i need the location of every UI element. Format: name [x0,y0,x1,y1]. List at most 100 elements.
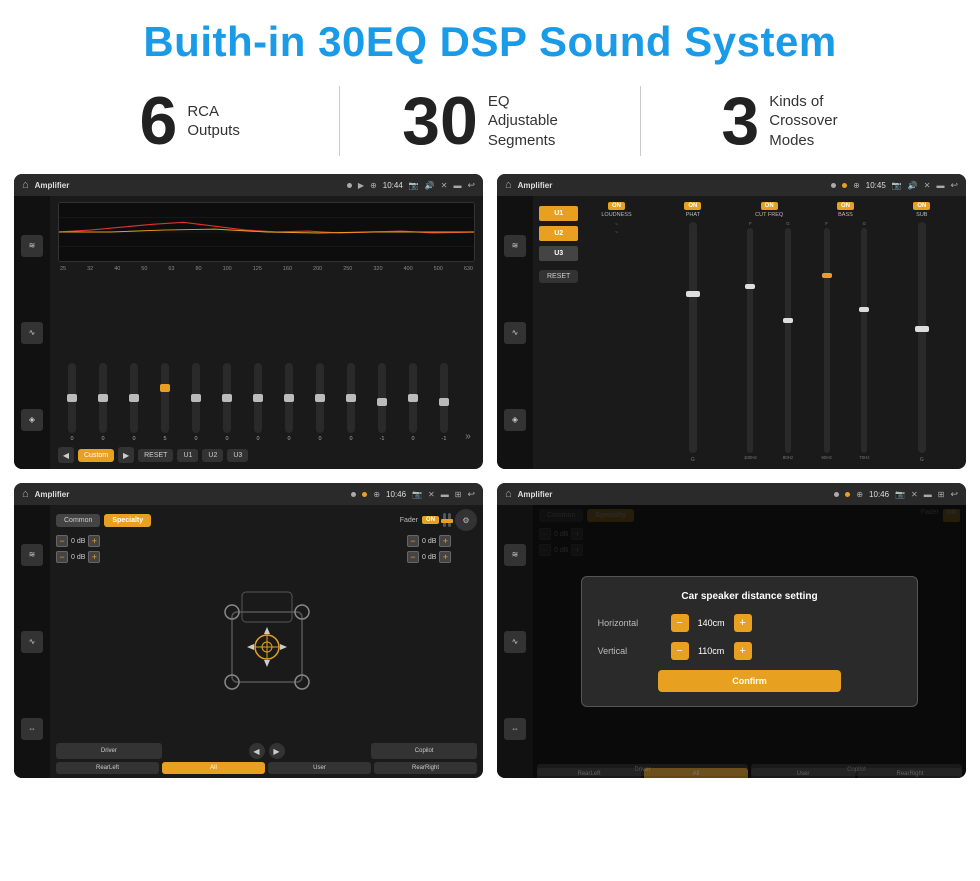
window-icon-2[interactable]: ▬ [936,181,944,190]
eq-thumb-4[interactable] [160,384,170,392]
back-icon-1[interactable]: ↩ [467,180,475,191]
eq-thumb-1[interactable] [67,394,77,402]
eq-thumb-9[interactable] [315,394,325,402]
eq-track-11[interactable] [378,363,386,433]
bass-g-thumb[interactable] [859,307,869,312]
eq-thumb-11[interactable] [377,398,387,406]
home-icon-3[interactable]: ⌂ [22,488,29,500]
dsp-vol-icon[interactable]: ◈ [504,409,526,431]
close-icon-3[interactable]: ▬ [441,490,449,499]
eq-u2-btn[interactable]: U2 [202,449,223,462]
eq-thumb-5[interactable] [191,394,201,402]
eq-sliders-icon[interactable]: ≋ [21,235,43,257]
eq-thumb-12[interactable] [408,394,418,402]
eq-thumb-7[interactable] [253,394,263,402]
confirm-button[interactable]: Confirm [658,670,840,692]
spk-arrows-icon[interactable]: ⇔ [21,718,43,740]
dsp-u1-tab[interactable]: U1 [539,206,578,221]
cutfreq-g-thumb[interactable] [783,318,793,323]
right-arrow-btn[interactable]: ▶ [269,743,285,759]
eq-thumb-2[interactable] [98,394,108,402]
eq-track-10[interactable] [347,363,355,433]
dsp-cutfreq-on[interactable]: ON [761,202,778,210]
eq-thumb-6[interactable] [222,394,232,402]
eq-thumb-8[interactable] [284,394,294,402]
dsp-reset-btn[interactable]: RESET [539,270,578,283]
window-icon-1[interactable]: ▬ [453,181,461,190]
speaker-tab-specialty[interactable]: Specialty [104,514,151,527]
spk-wave-icon[interactable]: ∿ [21,631,43,653]
level-plus-1[interactable]: + [88,535,100,547]
dsp-wave-icon[interactable]: ∿ [504,322,526,344]
eq-wave-icon[interactable]: ∿ [21,322,43,344]
eq-vol-icon[interactable]: ◈ [21,409,43,431]
horizontal-minus-btn[interactable]: − [671,614,689,632]
level-minus-3[interactable]: − [407,535,419,547]
dsp-phat-on[interactable]: ON [684,202,701,210]
eq-track-5[interactable] [192,363,200,433]
left-arrow-btn[interactable]: ◀ [249,743,265,759]
level-minus-2[interactable]: − [56,551,68,563]
eq-expand-btn[interactable]: » [461,431,475,442]
phat-slider-thumb[interactable] [686,291,700,297]
eq-u1-btn[interactable]: U1 [177,449,198,462]
cutfreq-f-thumb[interactable] [745,284,755,289]
sub-thumb[interactable] [915,326,929,332]
eq-track-2[interactable] [99,363,107,433]
dist-wave-icon[interactable]: ∿ [504,631,526,653]
spk-eq-icon[interactable]: ≋ [21,544,43,566]
horizontal-plus-btn[interactable]: + [734,614,752,632]
level-minus-1[interactable]: − [56,535,68,547]
eq-preset-custom[interactable]: Custom [78,449,114,462]
fader-on-badge[interactable]: ON [422,516,439,524]
close-icon-1[interactable]: ✕ [441,181,448,190]
dsp-u2-tab[interactable]: U2 [539,226,578,241]
vertical-plus-btn[interactable]: + [734,642,752,660]
back-icon-4[interactable]: ↩ [950,489,958,500]
close-icon-4[interactable]: ▬ [924,490,932,499]
dsp-u3-tab[interactable]: U3 [539,246,578,261]
eq-reset-btn[interactable]: RESET [138,449,173,462]
vertical-minus-btn[interactable]: − [671,642,689,660]
dsp-loudness-on[interactable]: ON [608,202,625,210]
eq-track-12[interactable] [409,363,417,433]
dist-eq-icon[interactable]: ≋ [504,544,526,566]
eq-track-1[interactable] [68,363,76,433]
home-icon-2[interactable]: ⌂ [505,179,512,191]
home-icon-1[interactable]: ⌂ [22,179,29,191]
eq-track-6[interactable] [223,363,231,433]
level-plus-3[interactable]: + [439,535,451,547]
eq-track-9[interactable] [316,363,324,433]
window-icon-3[interactable]: ⊞ [455,490,462,499]
dsp-bass-on[interactable]: ON [837,202,854,210]
user-btn[interactable]: User [268,762,371,774]
eq-track-7[interactable] [254,363,262,433]
dsp-sub-on[interactable]: ON [913,202,930,210]
speaker-tab-common[interactable]: Common [56,514,100,527]
level-minus-4[interactable]: − [407,551,419,563]
eq-thumb-13[interactable] [439,398,449,406]
rearright-btn[interactable]: RearRight [374,762,477,774]
level-plus-2[interactable]: + [88,551,100,563]
dist-arrows-icon[interactable]: ⇔ [504,718,526,740]
eq-next-btn[interactable]: ▶ [118,447,134,463]
speaker-settings-icon[interactable]: ⚙ [455,509,477,531]
close-icon-2[interactable]: ✕ [924,181,931,190]
level-plus-4[interactable]: + [439,551,451,563]
copilot-btn[interactable]: Copilot [371,743,477,759]
fader-slider-2-thumb[interactable] [446,519,453,523]
eq-u3-btn[interactable]: U3 [227,449,248,462]
eq-track-13[interactable] [440,363,448,433]
eq-thumb-10[interactable] [346,394,356,402]
driver-btn[interactable]: Driver [56,743,162,759]
eq-thumb-3[interactable] [129,394,139,402]
home-icon-4[interactable]: ⌂ [505,488,512,500]
eq-track-4[interactable] [161,363,169,433]
all-btn[interactable]: All [162,762,265,774]
eq-prev-btn[interactable]: ◀ [58,447,74,463]
back-icon-2[interactable]: ↩ [950,180,958,191]
bass-f-thumb[interactable] [822,273,832,278]
rearleft-btn[interactable]: RearLeft [56,762,159,774]
window-icon-4[interactable]: ⊞ [938,490,945,499]
back-icon-3[interactable]: ↩ [467,489,475,500]
